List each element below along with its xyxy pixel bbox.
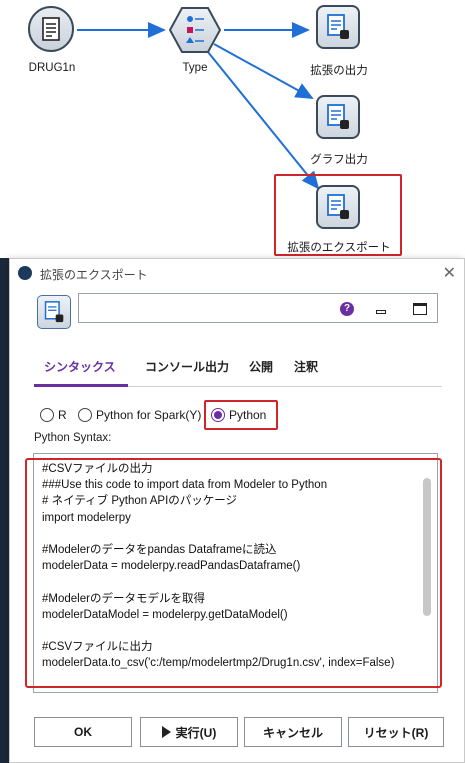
dialog-buttons: OK 実行(U) キャンセル リセット(R) [34,717,444,747]
radio-indicator [40,408,54,422]
extension-export-icon [316,185,360,229]
type-node-icon [168,7,222,53]
radio-indicator [78,408,92,422]
link-type-ext-export [207,51,320,190]
background-window-strip [0,258,9,763]
node-name-field[interactable] [78,293,438,323]
active-tab-indicator [34,384,128,387]
run-button[interactable]: 実行(U) [140,717,238,747]
node-label: 拡張のエクスポート [287,242,391,254]
tab-console-output[interactable]: コンソール出力 [145,358,229,375]
node-label: グラフ出力 [310,154,368,166]
node-drug1n[interactable]: DRUG1n [28,6,76,78]
button-label: 実行(U) [175,725,217,740]
app-icon [18,266,32,280]
radio-python-for-spark[interactable]: Python for Spark(Y) [78,408,201,422]
tab-syntax[interactable]: シンタックス [44,358,116,375]
node-label: DRUG1n [28,62,76,74]
link-type-graph-output [213,43,314,99]
maximize-icon[interactable] [413,303,427,315]
reset-button[interactable]: リセット(R) [348,717,444,747]
dialog-title: 拡張のエクスポート [40,268,148,282]
help-icon[interactable]: ? [340,302,354,316]
close-icon[interactable]: ✕ [443,263,456,283]
python-option-highlight [204,400,278,430]
node-label: 拡張の出力 [310,65,368,77]
play-icon [161,726,171,738]
node-type[interactable]: Type [168,6,222,78]
tab-publish[interactable]: 公開 [249,358,273,375]
button-label: OK [74,725,92,739]
code-highlight [25,458,442,688]
radio-label: Python for Spark(Y) [96,408,202,422]
radio-label: R [58,408,67,422]
button-label: キャンセル [262,725,323,740]
source-file-icon [28,6,74,52]
tab-annotations[interactable]: 注釈 [294,358,318,375]
dialog-tabs: シンタックス コンソール出力 公開 注釈 [34,355,442,387]
minimize-icon[interactable] [376,310,386,314]
syntax-label: Python Syntax: [34,432,112,444]
dialog-titlebar[interactable]: 拡張のエクスポート ✕ [10,259,464,287]
button-label: リセット(R) [363,725,429,740]
graph-output-icon [316,95,360,139]
node-extension-output[interactable]: 拡張の出力 [310,5,368,77]
ok-button[interactable]: OK [34,717,132,747]
node-extension-export[interactable]: 拡張のエクスポート [287,185,391,257]
radio-r[interactable]: R [40,408,67,422]
extension-output-icon [316,5,360,49]
node-graph-output[interactable]: グラフ出力 [310,95,368,167]
extension-export-dialog: 拡張のエクスポート ✕ ? シンタックス コンソール出力 公開 注釈 R Pyt… [9,258,465,763]
node-type-icon [37,295,71,329]
cancel-button[interactable]: キャンセル [244,717,342,747]
node-label: Type [182,62,208,74]
stream-canvas[interactable]: DRUG1n Type 拡張の出力 グラフ出力 拡張のエクスポート [0,0,465,258]
